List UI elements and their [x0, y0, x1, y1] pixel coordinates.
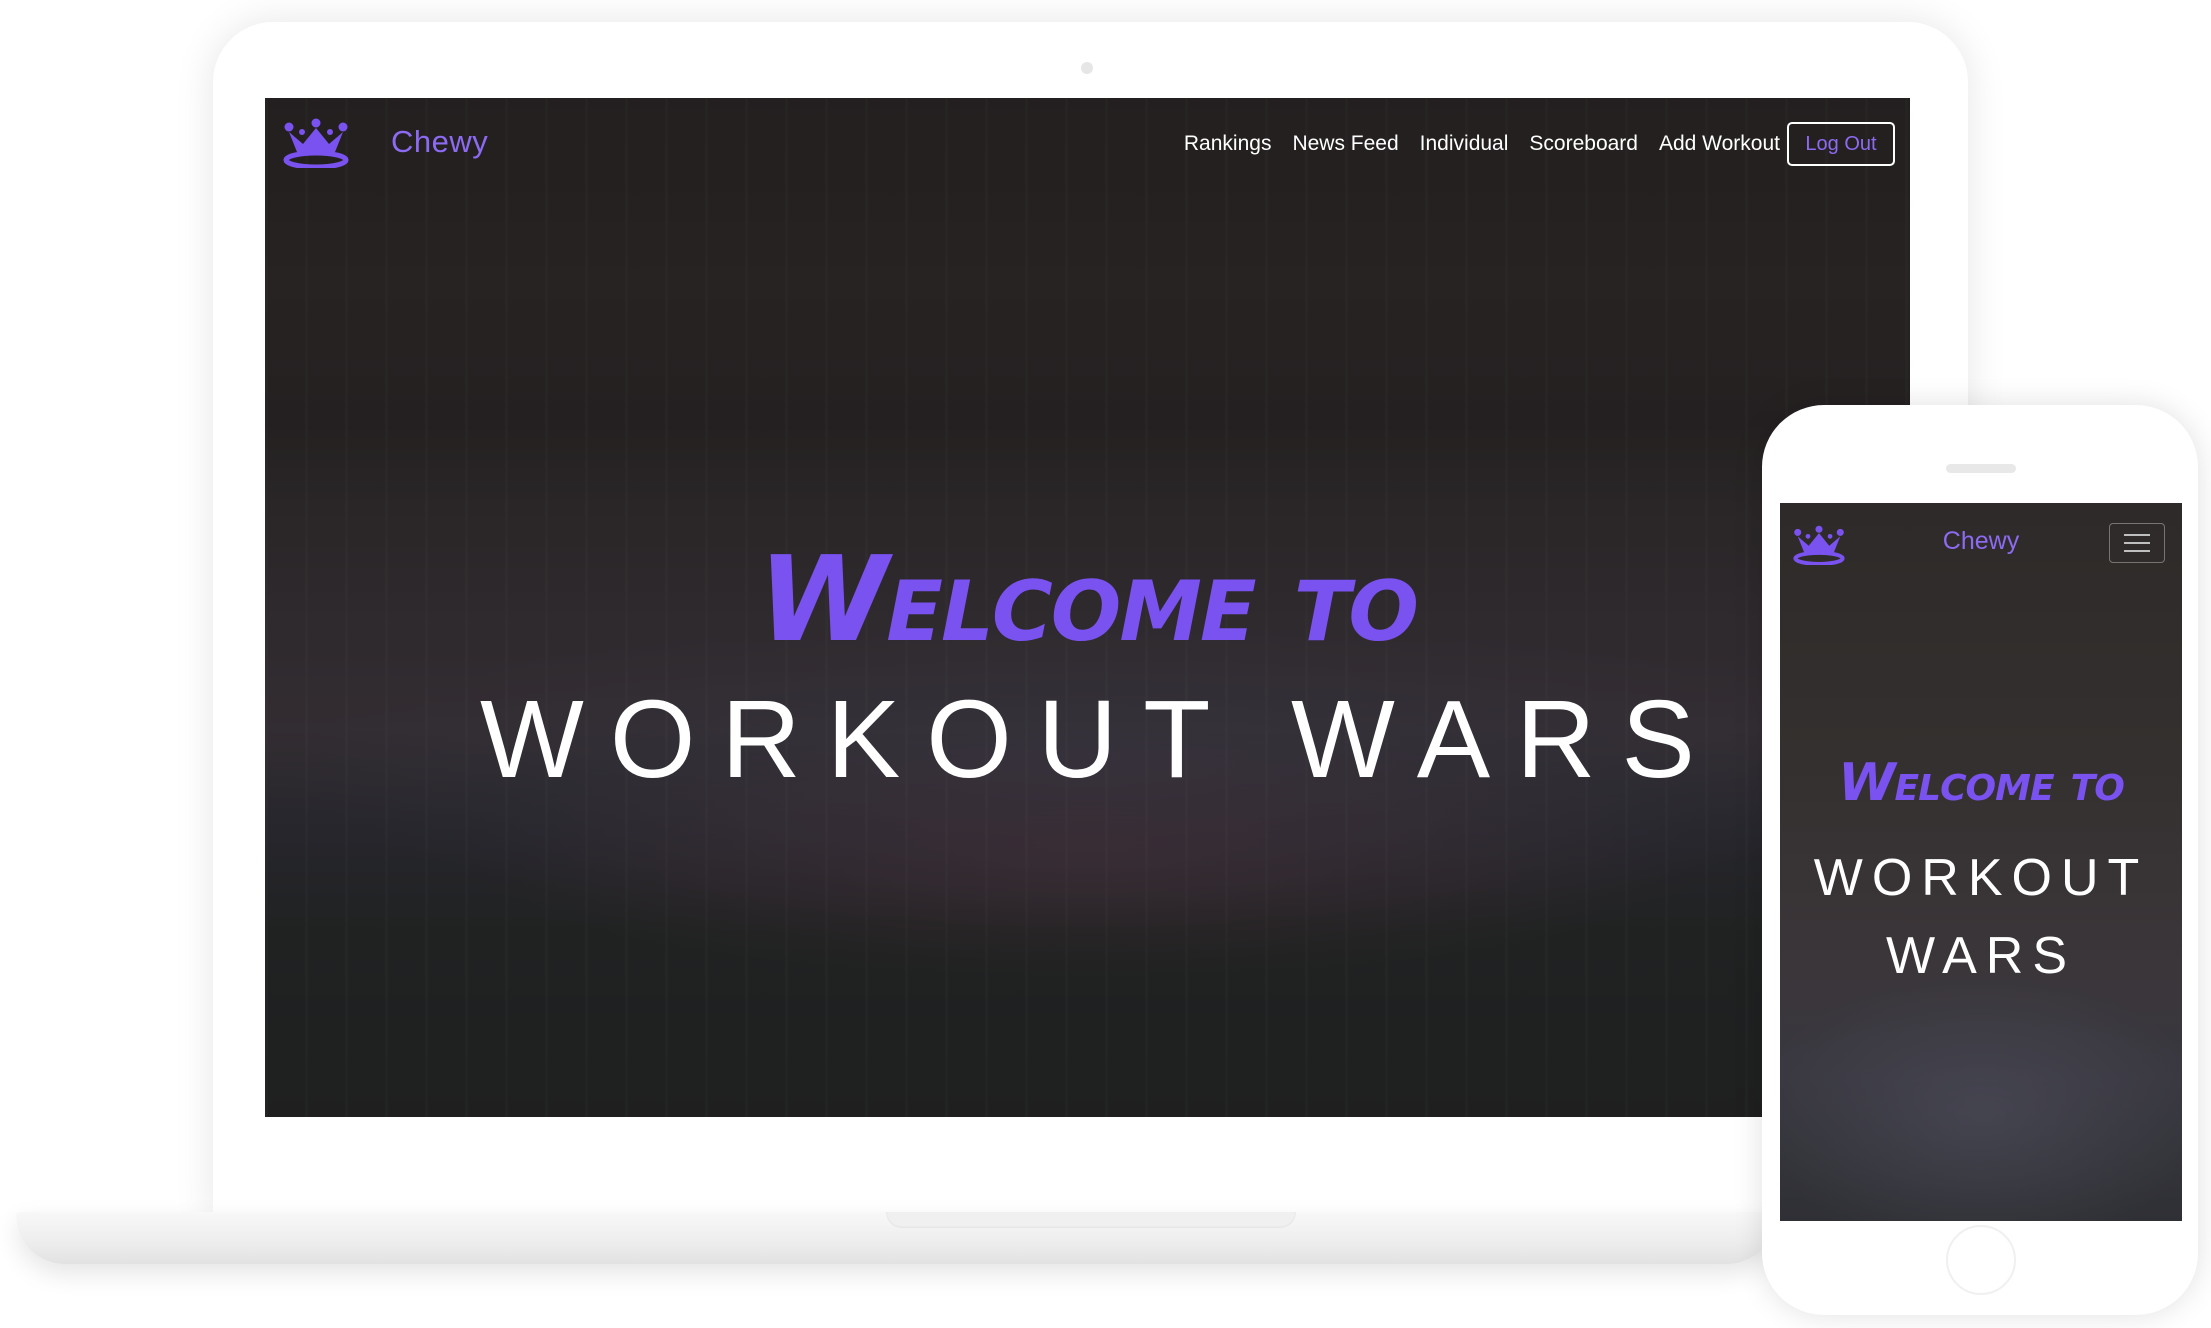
hero-title: WORKOUT WARS — [480, 678, 1721, 801]
mobile-hero-title-line1: WORKOUT — [1813, 849, 2149, 907]
nav-add-workout[interactable]: Add Workout — [1659, 132, 1780, 156]
mobile-screen: Chewy Welcome to WORKOUT WARS — [1780, 503, 2182, 1221]
laptop-camera — [1081, 62, 1093, 74]
nav-scoreboard[interactable]: Scoreboard — [1529, 132, 1638, 156]
mobile-hero-title: WORKOUT WARS — [1780, 839, 2182, 995]
phone-home-button — [1946, 1225, 2016, 1295]
nav-links: Rankings News Feed Individual Scoreboard… — [1184, 132, 1780, 156]
nav-rankings[interactable]: Rankings — [1184, 132, 1272, 156]
brand-name[interactable]: Chewy — [391, 124, 488, 160]
hamburger-line — [2124, 542, 2150, 544]
phone-speaker — [1946, 464, 2016, 473]
hero-welcome-text: Welcome to — [758, 530, 1419, 668]
hamburger-menu-icon[interactable] — [2109, 523, 2165, 563]
hamburger-line — [2124, 534, 2150, 536]
mobile-hero-welcome-text: Welcome to — [1838, 753, 2125, 813]
nav-individual[interactable]: Individual — [1420, 132, 1509, 156]
navbar: Chewy Rankings News Feed Individual Scor… — [265, 98, 1910, 190]
hamburger-line — [2124, 550, 2150, 552]
mobile-hero-title-line2: WARS — [1885, 927, 2077, 985]
logout-button[interactable]: Log Out — [1787, 122, 1895, 166]
crown-icon[interactable] — [283, 118, 349, 168]
desktop-screen: Chewy Rankings News Feed Individual Scor… — [265, 98, 1910, 1117]
laptop-notch — [886, 1212, 1296, 1228]
nav-news-feed[interactable]: News Feed — [1292, 132, 1398, 156]
